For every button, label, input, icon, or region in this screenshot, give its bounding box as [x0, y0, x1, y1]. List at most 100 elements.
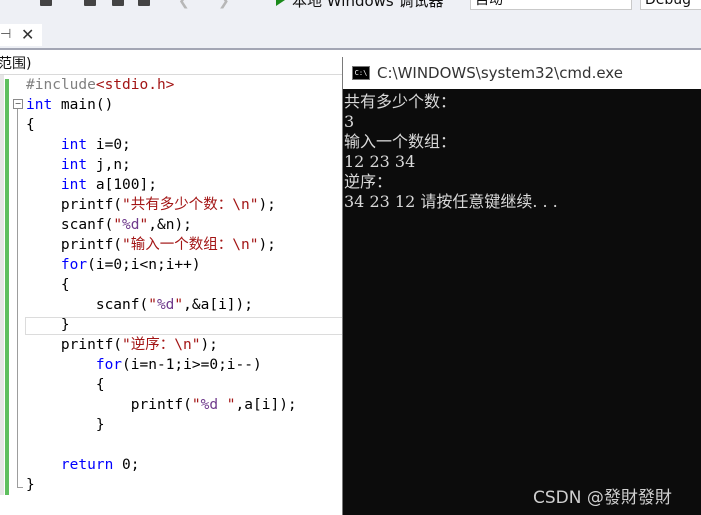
code-token: "共有多少个数：\n" — [122, 197, 259, 213]
console-output-line: 输入一个数组： — [344, 132, 457, 151]
code-token: { — [26, 277, 70, 293]
console-output-line: 12 23 34 — [344, 152, 416, 171]
code-line[interactable]: printf("逆序：\n"); — [26, 335, 218, 355]
console-output-line: 逆序： — [344, 172, 393, 191]
code-line[interactable]: { — [26, 275, 70, 295]
code-token: (i=0;i<n;i++) — [87, 257, 201, 273]
console-title-bar[interactable]: C:\ C:\WINDOWS\system32\cmd.exe — [343, 57, 701, 89]
redo-icon[interactable]: ❯ — [218, 0, 230, 8]
code-token: } — [26, 317, 70, 333]
code-line[interactable]: for(i=n-1;i>=0;i--) — [26, 355, 262, 375]
code-line[interactable]: printf("输入一个数组：\n"); — [26, 235, 276, 255]
code-token: j,n; — [87, 157, 131, 173]
watermark: CSDN @發財發財 — [533, 488, 672, 508]
code-token: { — [26, 377, 105, 393]
code-line[interactable]: } — [26, 475, 35, 495]
code-line[interactable]: { — [26, 375, 105, 395]
code-token: for — [60, 257, 88, 273]
code-token: { — [26, 117, 35, 133]
code-line[interactable]: int a[100]; — [26, 175, 157, 195]
code-token: %d — [156, 297, 175, 313]
code-token: i=0; — [87, 137, 131, 153]
code-token: "输入一个数组：\n" — [122, 237, 259, 253]
code-token: scanf( — [26, 297, 149, 313]
code-line[interactable]: } — [26, 315, 70, 335]
console-app-icon: C:\ — [352, 66, 370, 80]
code-token: ,&a[i]); — [183, 297, 253, 313]
console-title: C:\WINDOWS\system32\cmd.exe — [377, 64, 623, 82]
code-token: 0; — [113, 457, 140, 473]
code-token: scanf( — [26, 217, 114, 233]
current-line-highlight — [25, 317, 355, 335]
console-output-line: 34 23 12 请按任意键继续. . . — [344, 192, 558, 211]
code-line[interactable]: } — [26, 415, 105, 435]
auto-combo[interactable]: 自动 — [470, 0, 632, 10]
code-line[interactable]: #include<stdio.h> — [26, 75, 174, 95]
code-token: printf( — [26, 197, 123, 213]
save-all-icon[interactable] — [84, 0, 96, 6]
fold-guide-end — [17, 487, 23, 488]
code-token: %d — [122, 217, 140, 233]
code-token: " — [113, 217, 123, 233]
code-token: " — [148, 297, 157, 313]
code-token: main() — [52, 97, 114, 113]
code-token: " — [191, 397, 201, 413]
tab-strip: ⊣ ✕ — [0, 22, 701, 50]
code-token: return — [60, 457, 114, 473]
code-line[interactable]: printf("%d ",a[i]); — [26, 395, 297, 415]
close-icon[interactable]: ✕ — [21, 25, 34, 44]
code-token: printf( — [26, 397, 192, 413]
code-token: int — [60, 157, 88, 173]
code-line[interactable]: return 0; — [26, 455, 140, 475]
code-token: ); — [258, 237, 276, 253]
code-line[interactable]: int i=0; — [26, 135, 131, 155]
change-tracking-bar — [5, 79, 9, 495]
code-token: " — [174, 297, 184, 313]
code-token: ,a[i]); — [235, 397, 297, 413]
code-token: printf( — [26, 337, 123, 353]
editor-gutter — [0, 75, 4, 495]
code-token: int — [26, 97, 53, 113]
copy-icon[interactable] — [112, 0, 124, 6]
code-line[interactable]: { — [26, 115, 35, 135]
code-token: printf( — [26, 237, 123, 253]
code-line[interactable]: for(i=0;i<n;i++) — [26, 255, 201, 275]
code-line[interactable]: scanf("%d",&a[i]); — [26, 295, 253, 315]
code-line[interactable]: int j,n; — [26, 155, 131, 175]
code-token: a[100]; — [87, 177, 157, 193]
collapse-icon[interactable]: − — [13, 99, 23, 109]
code-token: <stdio.h> — [95, 77, 175, 93]
code-token: for — [95, 357, 123, 373]
code-token: #include — [26, 77, 96, 93]
code-token: (i=n-1;i>=0;i--) — [122, 357, 262, 373]
pin-icon[interactable]: ⊣ — [0, 27, 11, 42]
code-token: int — [60, 177, 88, 193]
code-token: %d — [200, 397, 219, 413]
toolbar: ❮ ❯ 本地 Windows 调试器 自动 Debug — [0, 0, 701, 23]
code-line[interactable]: printf("共有多少个数：\n"); — [26, 195, 276, 215]
start-debugging-button[interactable]: 本地 Windows 调试器 — [292, 0, 444, 11]
undo-icon[interactable]: ❮ — [178, 0, 190, 8]
paste-icon[interactable] — [138, 0, 150, 6]
fold-guide — [17, 109, 18, 487]
console-window[interactable]: C:\ C:\WINDOWS\system32\cmd.exe 共有多少个数： 3… — [342, 57, 701, 515]
save-icon[interactable] — [40, 0, 52, 6]
code-token: ,&n); — [148, 217, 192, 233]
start-debugging-icon[interactable] — [276, 0, 285, 6]
code-token: " — [139, 217, 149, 233]
code-token: "逆序：\n" — [122, 337, 201, 353]
document-tab[interactable]: ⊣ ✕ — [0, 24, 42, 46]
code-token: int — [60, 137, 88, 153]
code-token: ); — [258, 197, 276, 213]
code-line[interactable]: int main() — [26, 95, 113, 115]
configuration-combo[interactable]: Debug — [640, 0, 701, 10]
console-output-line: 共有多少个数： — [344, 92, 457, 111]
scope-dropdown[interactable]: 范围) — [0, 53, 31, 73]
code-line[interactable]: scanf("%d",&n); — [26, 215, 192, 235]
